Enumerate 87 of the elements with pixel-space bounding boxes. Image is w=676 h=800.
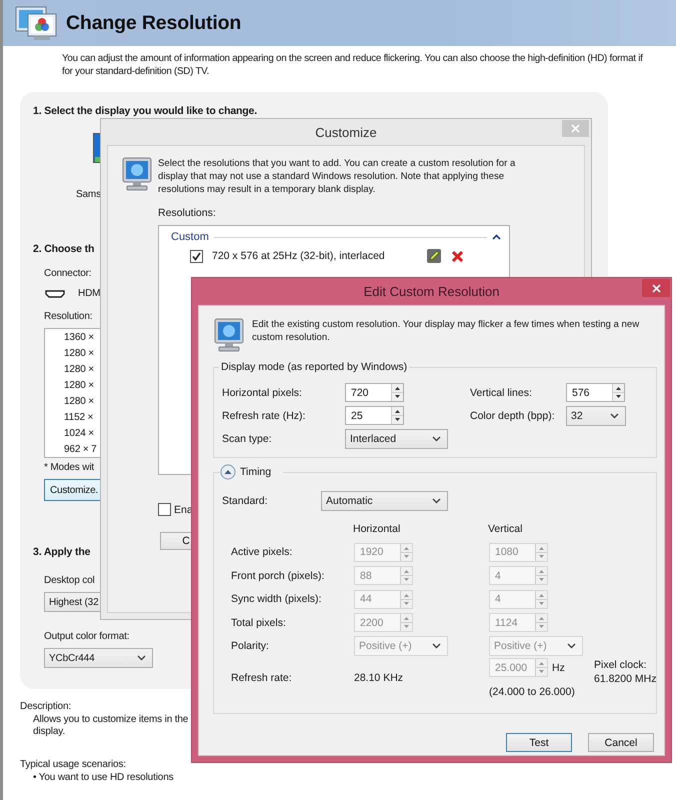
section-label: Typical usage scenarios:	[20, 759, 126, 770]
number-field[interactable]: 25	[345, 406, 404, 425]
chevron-down-icon	[610, 412, 619, 418]
spin-arrows-icon	[535, 614, 547, 632]
field-label: Refresh rate (Hz):	[222, 410, 306, 422]
field-label: Polarity:	[231, 640, 270, 652]
display-label: Sams	[76, 189, 101, 200]
column-header: Vertical	[488, 522, 524, 535]
dialog-title: Customize	[315, 124, 377, 140]
page-title: Change Resolution	[66, 12, 242, 34]
field-label: Sync width (pixels):	[231, 593, 322, 606]
dropdown[interactable]: YCbCr444	[44, 648, 153, 668]
intro-text: You can adjust the amount of information appearing on the screen and reduce flickering. You can also choose the high-definition (HD) format if	[62, 52, 643, 65]
monitor-icon	[121, 157, 153, 191]
field-label: Resolutions:	[158, 207, 216, 219]
collapse-button[interactable]	[220, 464, 236, 480]
spin-arrows-icon	[535, 590, 547, 608]
field-label: Desktop col	[44, 575, 95, 586]
group-legend: Timing	[240, 466, 272, 478]
spin-arrows-icon	[535, 544, 547, 561]
dialog-message: Select the resolutions that you want to add. You can create a custom resolution for a display that may not use a standard Windows resolution. Note that applying these resolutions may result in a temporary blank display.	[158, 157, 516, 196]
field-label: Active pixels:	[231, 546, 294, 558]
checkbox[interactable]	[158, 503, 171, 516]
step-heading: 3. Apply the	[33, 546, 90, 558]
spin-arrows-icon	[535, 567, 547, 584]
chevron-down-icon	[567, 643, 576, 650]
range-text: (24.000 to 26.000)	[489, 686, 576, 698]
spin-arrows-icon	[400, 590, 412, 608]
field-label: Output color format:	[44, 631, 130, 642]
intro-text: for your standard-definition (SD) TV.	[62, 65, 210, 78]
spin-arrows-icon	[391, 384, 403, 401]
field-label: Connector:	[44, 268, 92, 279]
close-icon	[652, 284, 660, 292]
description-text: display.	[33, 726, 65, 738]
field-label: Scan type:	[222, 432, 273, 444]
hdmi-port-icon	[45, 290, 65, 298]
unit-label: Hz	[552, 662, 565, 674]
spin-arrows-icon	[400, 614, 412, 632]
chevron-down-icon	[432, 498, 441, 504]
dropdown[interactable]: Automatic	[321, 491, 448, 511]
value-text: 28.10 KHz	[354, 672, 404, 684]
spin-arrows-icon	[400, 567, 412, 584]
dialog-title: Edit Custom Resolution	[364, 284, 500, 299]
checkbox[interactable]	[190, 250, 203, 262]
chevron-down-icon	[432, 643, 441, 650]
dialog-button[interactable]: Test	[506, 733, 572, 752]
spin-arrows-icon	[535, 659, 547, 676]
field-label: Vertical lines:	[470, 386, 533, 398]
chevron-down-icon	[432, 436, 441, 442]
dropdown[interactable]: Interlaced	[345, 428, 448, 448]
close-button[interactable]	[642, 279, 670, 297]
usage-item: • You want to use HD resolutions	[33, 772, 174, 783]
monitor-icon	[213, 318, 245, 352]
dialog-message: Edit the existing custom resolution. Your display may flicker a few times when testing a new custom resolution.	[252, 318, 640, 345]
field-label: Refresh rate:	[231, 672, 293, 684]
pencil-icon	[427, 249, 441, 263]
cross-icon	[451, 250, 464, 262]
dropdown[interactable]: 32	[566, 406, 626, 426]
spin-arrows-icon	[391, 407, 403, 424]
connector-name: HDM	[78, 288, 100, 299]
field-label: Standard:	[222, 495, 269, 507]
field-label: Pixel clock:	[594, 658, 648, 672]
resolution-label: 720 x 576 at 25Hz (32-bit), interlaced	[212, 250, 386, 262]
description-text: Allows you to customize items in the	[33, 714, 188, 726]
field-label: Horizontal pixels:	[222, 386, 303, 398]
field-label: Front porch (pixels):	[231, 570, 326, 582]
footnote-text: * Modes wit	[44, 462, 94, 473]
close-icon	[571, 124, 580, 133]
value-text: 61.8200 MHz	[594, 672, 658, 686]
section-label: Description:	[20, 701, 71, 712]
dialog-button[interactable]: Cancel	[588, 733, 654, 752]
step-heading: 2. Choose th	[33, 243, 94, 255]
group-legend: Display mode (as reported by Windows)	[219, 361, 410, 373]
field-label: Total pixels:	[231, 616, 287, 629]
step-heading: 1. Select the display you would like to change.	[33, 105, 258, 117]
column-header: Horizontal	[353, 522, 402, 535]
group-header[interactable]: Custom	[171, 231, 209, 243]
spin-arrows-icon	[612, 384, 624, 401]
chevron-down-icon	[137, 655, 146, 661]
field-label: Resolution:	[44, 311, 92, 322]
checkmark-icon	[192, 252, 201, 260]
delete-button[interactable]	[451, 250, 464, 262]
number-field[interactable]: 576	[566, 383, 625, 402]
field-label: Color depth (bpp):	[470, 410, 556, 422]
spin-arrows-icon	[400, 544, 412, 561]
number-field[interactable]: 720	[345, 383, 404, 402]
edit-button[interactable]	[427, 249, 441, 263]
